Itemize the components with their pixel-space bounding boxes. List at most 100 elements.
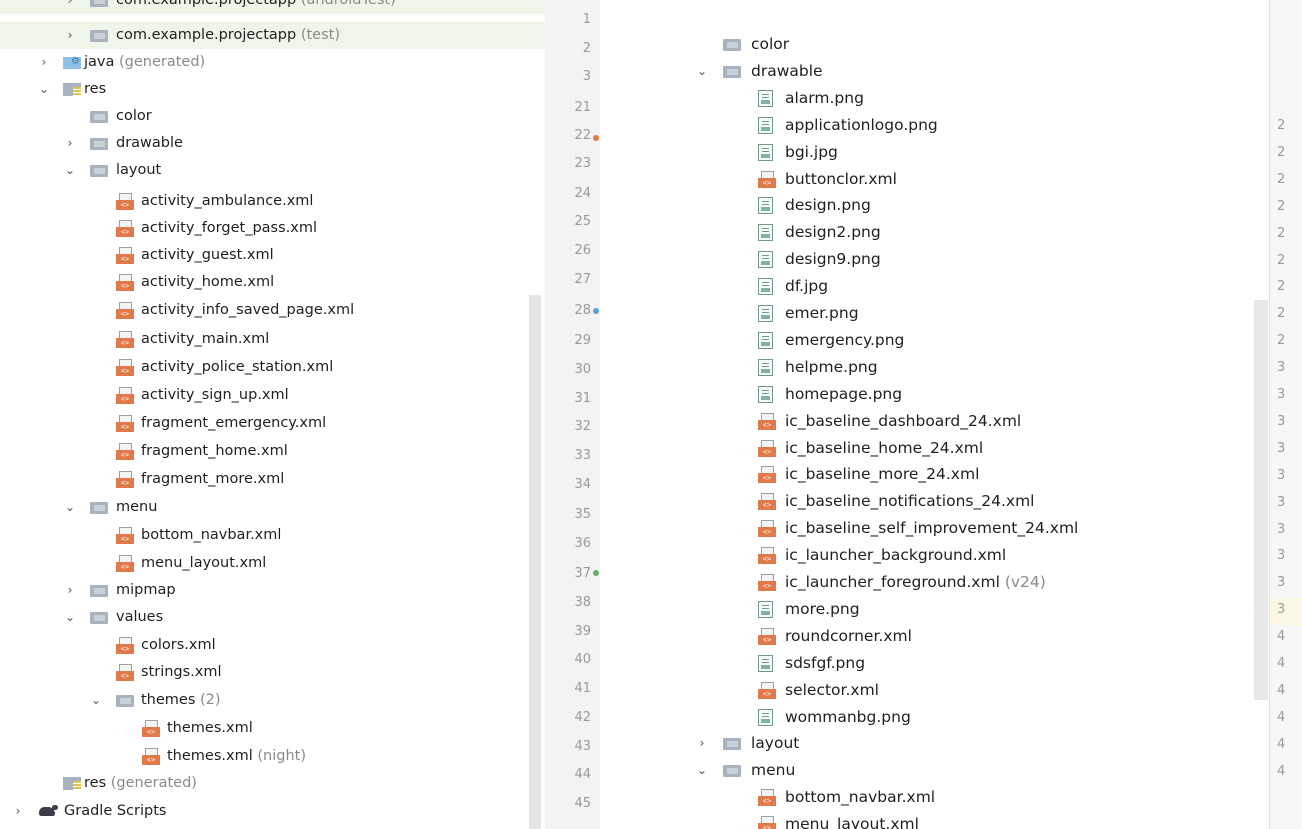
tree-item-label: strings.xml xyxy=(141,664,222,680)
tree-file[interactable]: ic_launcher_background.xml xyxy=(626,542,1269,569)
chevron-down-icon[interactable]: ⌄ xyxy=(63,157,77,184)
chevron-right-icon[interactable]: › xyxy=(63,22,77,49)
tree-file[interactable]: design.png xyxy=(626,192,1269,219)
tree-file[interactable]: emergency.png xyxy=(626,327,1269,354)
tree-item-folder[interactable]: color xyxy=(626,31,1269,58)
tree-item-label: fragment_emergency.xml xyxy=(141,415,327,431)
chevron-right-icon[interactable]: › xyxy=(11,798,25,825)
left-scrollbar[interactable] xyxy=(529,295,541,829)
line-number: 2 xyxy=(1277,279,1286,294)
tree-file-fragment-more[interactable]: fragment_more.xml xyxy=(0,466,545,493)
tree-file[interactable]: helpme.png xyxy=(626,354,1269,381)
tree-file-activity-guest[interactable]: activity_guest.xml xyxy=(0,242,545,269)
tree-item-text: alarm.png xyxy=(785,85,864,112)
tree-file[interactable]: emer.png xyxy=(626,300,1269,327)
tree-item-text: ic_baseline_home_24.xml xyxy=(785,435,983,462)
tree-file[interactable]: ic_baseline_self_improvement_24.xml xyxy=(626,515,1269,542)
xml-file-icon xyxy=(116,302,134,320)
tree-file[interactable]: roundcorner.xml xyxy=(626,623,1269,650)
tree-item-test-package[interactable]: › com.example.projectapp (test) xyxy=(0,22,545,49)
chevron-right-icon[interactable]: › xyxy=(37,49,51,76)
tree-item-themes[interactable]: ⌄ themes (2) xyxy=(0,687,545,714)
tree-file[interactable]: design2.png xyxy=(626,219,1269,246)
tree-item-values[interactable]: ⌄ values xyxy=(0,604,545,631)
chevron-down-icon[interactable]: ⌄ xyxy=(63,604,77,631)
tree-item-color[interactable]: color xyxy=(0,103,545,130)
tree-item-layout[interactable]: ⌄ layout xyxy=(0,157,545,184)
tree-item-label: activity_ambulance.xml xyxy=(141,193,314,209)
tree-item-folder[interactable]: › layout xyxy=(626,730,1269,757)
tree-file[interactable]: ic_baseline_notifications_24.xml xyxy=(626,488,1269,515)
tree-file[interactable]: wommanbg.png xyxy=(626,704,1269,731)
tree-file[interactable]: ic_launcher_foreground.xml (v24) xyxy=(626,569,1269,596)
tree-item-java-generated[interactable]: › java (generated) xyxy=(0,49,545,76)
tree-item-label: layout xyxy=(116,162,162,178)
tree-file-activity-sign-up[interactable]: activity_sign_up.xml xyxy=(0,382,545,409)
line-number: 25 xyxy=(574,214,591,229)
tree-file[interactable]: ic_baseline_dashboard_24.xml xyxy=(626,408,1269,435)
chevron-right-icon[interactable]: › xyxy=(63,577,77,604)
tree-item-mipmap[interactable]: › mipmap xyxy=(0,577,545,604)
chevron-down-icon[interactable]: ⌄ xyxy=(63,494,77,521)
tree-file-bottom-navbar[interactable]: bottom_navbar.xml xyxy=(0,522,545,549)
tree-file[interactable]: bottom_navbar.xml xyxy=(626,784,1269,811)
tree-file-activity-main[interactable]: activity_main.xml xyxy=(0,326,545,353)
image-file-icon xyxy=(758,601,773,618)
line-number: 3 xyxy=(1277,522,1286,537)
tree-file[interactable]: homepage.png xyxy=(626,381,1269,408)
tree-file-activity-info-saved-page[interactable]: activity_info_saved_page.xml xyxy=(0,297,545,324)
tree-file-fragment-home[interactable]: fragment_home.xml xyxy=(0,438,545,465)
tree-item-suffix: (androidTest) xyxy=(300,0,396,8)
xml-file-icon xyxy=(758,171,776,189)
tree-file[interactable]: alarm.png xyxy=(626,85,1269,112)
tree-item-label: df.jpg xyxy=(785,277,829,295)
tree-file[interactable]: sdsfgf.png xyxy=(626,650,1269,677)
tree-file-themes[interactable]: themes.xml xyxy=(0,715,545,742)
tree-file[interactable]: ic_baseline_more_24.xml xyxy=(626,461,1269,488)
chevron-down-icon[interactable]: ⌄ xyxy=(89,687,103,714)
tree-file-strings[interactable]: strings.xml xyxy=(0,659,545,686)
right-scrollbar[interactable] xyxy=(1254,300,1268,700)
xml-file-icon xyxy=(758,547,776,565)
tree-file[interactable]: bgi.jpg xyxy=(626,139,1269,166)
tree-item-folder[interactable]: ⌄ menu xyxy=(626,757,1269,784)
xml-file-icon xyxy=(758,413,776,431)
tree-file[interactable]: df.jpg xyxy=(626,273,1269,300)
tree-file[interactable]: selector.xml xyxy=(626,677,1269,704)
tree-file[interactable]: ic_baseline_home_24.xml xyxy=(626,435,1269,462)
tree-item-label: activity_sign_up.xml xyxy=(141,387,289,403)
tree-item-androidtest-package[interactable]: › com.example.projectapp (androidTest) xyxy=(0,0,545,14)
tree-file-menu-layout[interactable]: menu_layout.xml xyxy=(0,550,545,577)
tree-file-activity-home[interactable]: activity_home.xml xyxy=(0,269,545,296)
tree-item-label: color xyxy=(751,35,790,53)
chevron-right-icon[interactable]: › xyxy=(63,130,77,157)
tree-file-fragment-emergency[interactable]: fragment_emergency.xml xyxy=(0,410,545,437)
tree-item-res[interactable]: ⌄ res xyxy=(0,76,545,103)
tree-file[interactable]: menu_layout.xml xyxy=(626,811,1269,829)
chevron-down-icon[interactable]: ⌄ xyxy=(695,757,709,784)
tree-item-res-generated[interactable]: res (generated) xyxy=(0,770,545,797)
tree-file-themes-night[interactable]: themes.xml (night) xyxy=(0,743,545,770)
chevron-right-icon[interactable]: › xyxy=(695,730,709,757)
tree-file-activity-ambulance[interactable]: activity_ambulance.xml xyxy=(0,188,545,215)
chevron-down-icon[interactable]: ⌄ xyxy=(695,58,709,85)
right-line-gutter xyxy=(1269,0,1302,829)
chevron-down-icon[interactable]: ⌄ xyxy=(37,76,51,103)
tree-item-label: bottom_navbar.xml xyxy=(141,527,282,543)
tree-file-activity-forget-pass[interactable]: activity_forget_pass.xml xyxy=(0,215,545,242)
tree-item-menu[interactable]: ⌄ menu xyxy=(0,494,545,521)
tree-item-label: bgi.jpg xyxy=(785,143,838,161)
tree-file-activity-police-station[interactable]: activity_police_station.xml xyxy=(0,354,545,381)
tree-item-folder[interactable]: ⌄ drawable xyxy=(626,58,1269,85)
tree-item-drawable[interactable]: › drawable xyxy=(0,130,545,157)
tree-file[interactable]: buttonclor.xml xyxy=(626,166,1269,193)
tree-file[interactable]: more.png xyxy=(626,596,1269,623)
tree-file[interactable]: applicationlogo.png xyxy=(626,112,1269,139)
tree-item-label: java xyxy=(84,54,115,70)
chevron-right-icon[interactable]: › xyxy=(63,0,77,14)
tree-file-colors[interactable]: colors.xml xyxy=(0,632,545,659)
line-number: 33 xyxy=(574,448,591,463)
xml-file-icon xyxy=(116,471,134,489)
tree-item-gradle-scripts[interactable]: › Gradle Scripts xyxy=(0,798,545,825)
tree-file[interactable]: design9.png xyxy=(626,246,1269,273)
